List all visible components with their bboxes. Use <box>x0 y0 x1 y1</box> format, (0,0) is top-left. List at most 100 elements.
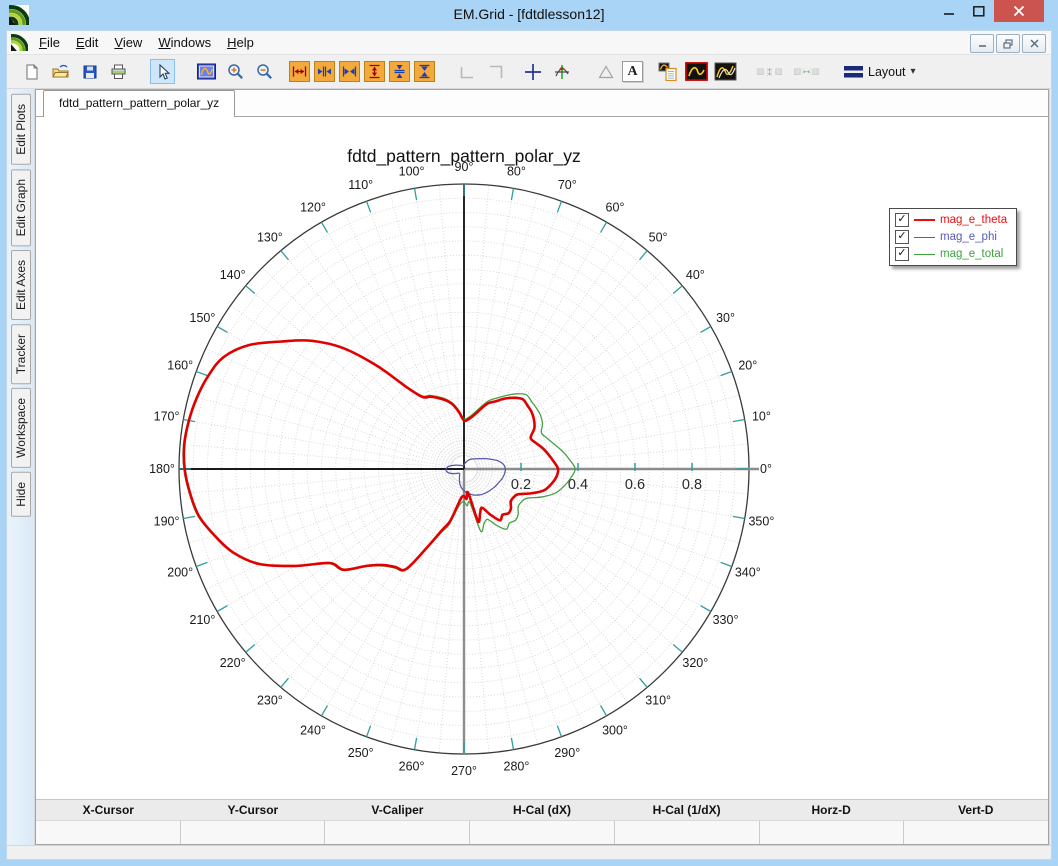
legend-checkbox-mag_e_total[interactable]: ✓ <box>895 247 909 261</box>
angle-label: 270° <box>451 764 477 778</box>
region-corner-button-1[interactable] <box>454 59 479 84</box>
mdi-minimize-button[interactable] <box>970 34 994 53</box>
close-button[interactable] <box>994 0 1044 22</box>
angle-tick <box>510 737 515 750</box>
save-icon <box>83 65 96 78</box>
shrink-x-button[interactable] <box>339 61 360 82</box>
text-annotation-button[interactable]: A <box>622 61 643 82</box>
grid-ray <box>471 250 648 460</box>
menu-help[interactable]: Help <box>219 32 262 53</box>
angle-tick <box>700 604 712 613</box>
print-button[interactable] <box>106 59 131 84</box>
document-tab[interactable]: fdtd_pattern_pattern_polar_yz <box>43 90 236 117</box>
legend-checkbox-mag_e_theta[interactable]: ✓ <box>895 213 909 227</box>
grid-ray <box>280 478 457 688</box>
grid-ray <box>473 285 683 462</box>
grid-ray <box>366 480 461 737</box>
title-bar: EM.Grid - [fdtdlesson12] <box>0 0 1058 30</box>
sidebar-tab-workspace[interactable]: Workspace <box>11 388 31 469</box>
grid-ray <box>183 470 452 519</box>
angle-label: 320° <box>682 656 708 670</box>
corner-bracket-icon <box>460 66 473 78</box>
readout-header-y-cursor: Y-Cursor <box>227 803 279 817</box>
plot-properties-button[interactable] <box>655 59 680 84</box>
legend-line-swatch <box>914 236 935 238</box>
triangle-icon <box>597 64 614 78</box>
grid-ray <box>476 443 748 469</box>
status-strip <box>7 845 1051 859</box>
grid-ray <box>216 474 454 612</box>
angle-tick <box>510 188 515 201</box>
zoom-fit-button[interactable] <box>194 59 219 84</box>
angle-label: 30° <box>716 311 735 325</box>
curve-tracker-button[interactable] <box>549 59 574 84</box>
sidebar-tab-edit-axes[interactable]: Edit Axes <box>11 250 31 321</box>
angle-tick <box>556 200 563 213</box>
save-button[interactable] <box>77 59 102 84</box>
mdi-close-button[interactable] <box>1022 34 1046 53</box>
shrink-y-icon <box>419 64 430 79</box>
menu-file[interactable]: File <box>31 32 68 53</box>
sidebar-tab-edit-graph[interactable]: Edit Graph <box>11 168 31 247</box>
angle-tick <box>320 221 329 233</box>
angle-label: 260° <box>399 759 425 773</box>
zoom-in-icon <box>228 64 243 79</box>
open-button[interactable] <box>48 59 73 84</box>
shrink-y-button[interactable] <box>414 61 435 82</box>
triangle-marker-button[interactable] <box>593 59 618 84</box>
grid-ray <box>389 193 462 457</box>
minimize-button[interactable] <box>934 0 964 22</box>
grid-ray <box>180 469 452 495</box>
curve-mag_e_total <box>182 339 576 572</box>
angle-tick <box>413 188 418 201</box>
grid-ray <box>468 210 585 458</box>
sidebar-tab-tracker[interactable]: Tracker <box>11 324 31 385</box>
readout-value-cell <box>469 821 614 844</box>
grid-ray <box>188 471 452 544</box>
expand-x-icon <box>292 66 307 77</box>
menu-windows[interactable]: Windows <box>150 32 219 53</box>
plot-properties-icon <box>658 62 677 81</box>
legend-checkbox-mag_e_phi[interactable]: ✓ <box>895 230 909 244</box>
sidebar-tab-edit-plots[interactable]: Edit Plots <box>11 94 31 165</box>
new-button[interactable] <box>19 59 44 84</box>
sidebar-tab-hide[interactable]: Hide <box>11 472 31 517</box>
minimize-icon <box>943 12 954 15</box>
grid-ray <box>474 475 698 633</box>
mdi-restore-button[interactable] <box>996 34 1020 53</box>
angle-label: 330° <box>713 613 739 627</box>
pan-x-button[interactable] <box>314 61 335 82</box>
align-vertical-group[interactable] <box>757 59 782 84</box>
readout-header-vert-d: Vert-D <box>958 803 994 817</box>
zoom-in-button[interactable] <box>223 59 248 84</box>
expand-x-button[interactable] <box>289 61 310 82</box>
angle-tick <box>365 200 372 213</box>
single-curve-button[interactable] <box>684 59 709 84</box>
expand-y-icon <box>369 64 380 79</box>
radial-tick-label: 0.2 <box>511 477 531 493</box>
angle-tick <box>672 644 683 653</box>
align-horizontal-group[interactable] <box>794 59 819 84</box>
region-corner-button-2[interactable] <box>483 59 508 84</box>
angle-label: 230° <box>257 693 283 707</box>
angle-tick <box>639 677 648 688</box>
angle-tick <box>413 737 418 750</box>
zoom-out-button[interactable] <box>252 59 277 84</box>
pan-y-button[interactable] <box>389 61 410 82</box>
select-pointer-button[interactable] <box>150 59 175 84</box>
crosshair-button[interactable] <box>520 59 545 84</box>
polar-chart-canvas[interactable]: 0.2 0.4 0.6 0.8 0° 10° 20° 30° 40° 50° 60° 70° 80° 90… <box>36 117 1048 799</box>
mdi-window-controls <box>970 34 1046 53</box>
expand-y-button[interactable] <box>364 61 385 82</box>
angle-label: 70° <box>558 178 577 192</box>
angle-tick <box>732 418 745 423</box>
layout-button[interactable]: Layout ▾ <box>838 59 922 84</box>
menu-edit[interactable]: Edit <box>68 32 106 53</box>
align-vertical-icon <box>757 67 782 76</box>
grid-ray <box>476 394 740 467</box>
menu-view[interactable]: View <box>106 32 150 53</box>
multi-curve-button[interactable] <box>713 59 738 84</box>
maximize-button[interactable] <box>964 0 994 22</box>
angle-label: 120° <box>300 200 326 214</box>
open-folder-icon <box>52 64 69 77</box>
